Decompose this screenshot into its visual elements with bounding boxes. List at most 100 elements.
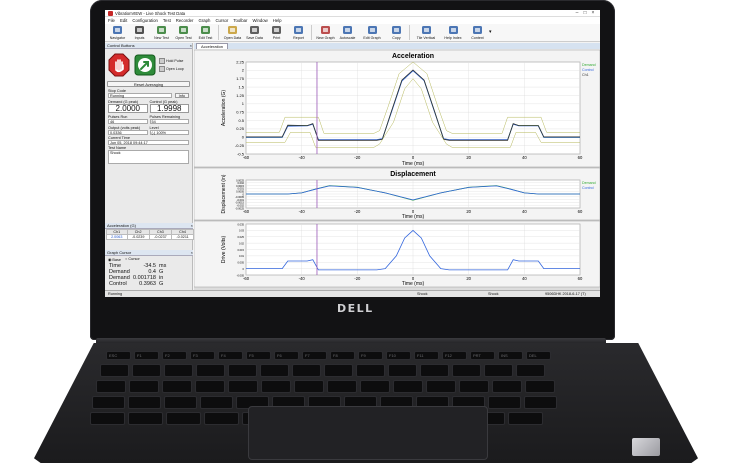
keyboard-key [324,364,353,377]
keyboard-key [100,364,129,377]
hold-pulse-option[interactable]: Hold Pulse [159,57,184,64]
save-data-icon [249,25,260,35]
keyboard-key [516,364,545,377]
keyboard-key [420,364,449,377]
toolbar-context-button[interactable]: Context [467,24,488,40]
toolbar-label: Autoscale [339,36,356,40]
x-tick-label: -40 [299,276,306,281]
maximize-icon[interactable]: □ [581,10,589,16]
menu-help[interactable]: Help [273,18,282,23]
minimize-icon[interactable]: – [573,10,581,16]
app-icon [108,10,113,16]
y-tick-label: -0.5 [237,151,245,156]
inputs-icon [134,25,145,35]
panel-close-icon[interactable]: × [190,43,192,48]
toolbar-edit-test-button[interactable]: Edit Test [195,24,216,40]
menu-configuration[interactable]: Configuration [132,18,158,23]
acceleration-panel: Acceleration (G) × Ch1 Ch2 Ch3 Ch4 2.0063 -0… [105,223,194,240]
toolbar-label: Open Data [223,36,242,40]
keyboard-key [196,364,225,377]
chart-panel-3: -60 -40 -20 0 20 40 60-0.00500.0050.010.0150.0… [194,220,600,288]
open-loop-label: Open Loop [166,66,184,71]
keyboard-key [508,412,543,425]
menu-window[interactable]: Window [252,18,267,23]
window-title: VibrationVIEW - Live Shock Test Data [115,10,186,16]
keyboard-key: F4 [218,351,243,360]
keyboard-key [164,364,193,377]
menu-file[interactable]: File [108,18,115,23]
toolbar-save-data-button[interactable]: Save Data [244,24,265,40]
toolbar-separator [311,25,312,40]
new-graph-icon [320,25,331,35]
close-icon[interactable]: × [589,10,597,16]
toolbar-print-button[interactable]: Print [266,24,287,40]
control-buttons-title: Control Buttons [107,43,135,48]
keyboard-key [128,396,161,409]
keyboard-key [525,380,555,393]
keyboard-key [162,380,192,393]
keyboard-key [260,364,289,377]
graph-cursor-close-icon[interactable]: × [191,250,193,255]
info-button[interactable]: Info [174,93,189,98]
keyboard-row [100,364,545,377]
toolbar-label: Inputs [134,36,145,40]
menu-test[interactable]: Test [163,18,171,23]
base-radio[interactable]: ◉ Base [108,257,121,262]
keyboard-key [129,380,159,393]
legend-entry: Demand [582,63,596,67]
keyboard-key [484,364,513,377]
toolbar-tile-vertical-button[interactable]: Tile Vertical [413,24,439,40]
toolbar-edit-graph-button[interactable]: Edit Graph [359,24,385,40]
reset-averaging-button[interactable]: Reset Averaging [107,81,190,87]
toolbar-help-index-button[interactable]: Help Index [440,24,466,40]
keyboard-key [327,380,357,393]
edit-graph-icon [367,25,378,35]
chart-title: Acceleration [392,53,434,60]
tile-vertical-icon [421,25,432,35]
cursor-radio[interactable]: ○ Cursor [125,257,140,262]
toolbar-inputs-button[interactable]: Inputs [129,24,150,40]
toolbar-autoscale-button[interactable]: Autoscale [337,24,358,40]
copy-icon [391,25,402,35]
tab-acceleration[interactable]: Acceleration [196,43,229,49]
menu-recorder[interactable]: Recorder [176,18,194,23]
y-axis-label: Drive (Volts) [221,236,227,264]
toolbar-copy-button[interactable]: Copy [386,24,407,40]
keyboard-key [164,396,197,409]
open-loop-option[interactable]: Open Loop [159,65,184,72]
keyboard-key [195,380,225,393]
stop-hand-icon [108,53,129,76]
cursor-row-label: Control [109,281,127,287]
toolbar-report-button[interactable]: Report [288,24,309,40]
graph-cursor-panel: Graph Cursor × ◉ Base ○ Cursor Time -34.5… [105,250,193,287]
stop-button[interactable] [107,52,130,77]
keyboard-key: DEL [526,351,551,360]
acceleration-table: Ch1 Ch2 Ch3 Ch4 2.0063 -0.0239 -0.0237 -0.0211 [106,229,194,240]
run-button[interactable] [133,52,156,77]
x-tick-label: -40 [299,209,306,214]
toolbar-label: Tile Vertical [416,36,436,40]
menu-cursor[interactable]: Cursor [215,18,228,23]
toolbar-open-data-button[interactable]: Open Data [222,24,243,40]
keyboard-key [228,380,258,393]
acc-value-ch1: 2.0063 [106,234,128,240]
menu-toolbar[interactable]: Toolbar [233,18,247,23]
toolbar-overflow-icon[interactable]: ▾ [489,29,492,35]
help-index-icon [448,25,459,35]
y-axis-label: Acceleration (G) [221,90,227,126]
toolbar-new-graph-button[interactable]: New Graph [315,24,336,40]
menu-edit[interactable]: Edit [120,18,127,23]
y-tick-label: 1.75 [236,76,245,81]
menu-graph[interactable]: Graph [198,18,210,23]
keyboard-key [452,364,481,377]
y-tick-label: 0.035 [238,222,245,226]
toolbar-new-test-button[interactable]: New Test [151,24,172,40]
keyboard-key [92,396,125,409]
dell-logo: DELL [337,302,374,315]
acceleration-panel-close-icon[interactable]: × [191,223,193,228]
keyboard-row: ESC F1 F2 F3 F4 F5 F6 F7 F8 F9 F10 F11 F12 PRT INS DEL [106,351,551,360]
toolbar-navigator-button[interactable]: Navigator [107,24,128,40]
toolbar-open-test-button[interactable]: Open Test [173,24,194,40]
new-test-icon [156,25,167,35]
chart-panel-1: Acceleration-60 -40 -20 0 20 40 60-0.5-0.2500.… [194,50,600,168]
